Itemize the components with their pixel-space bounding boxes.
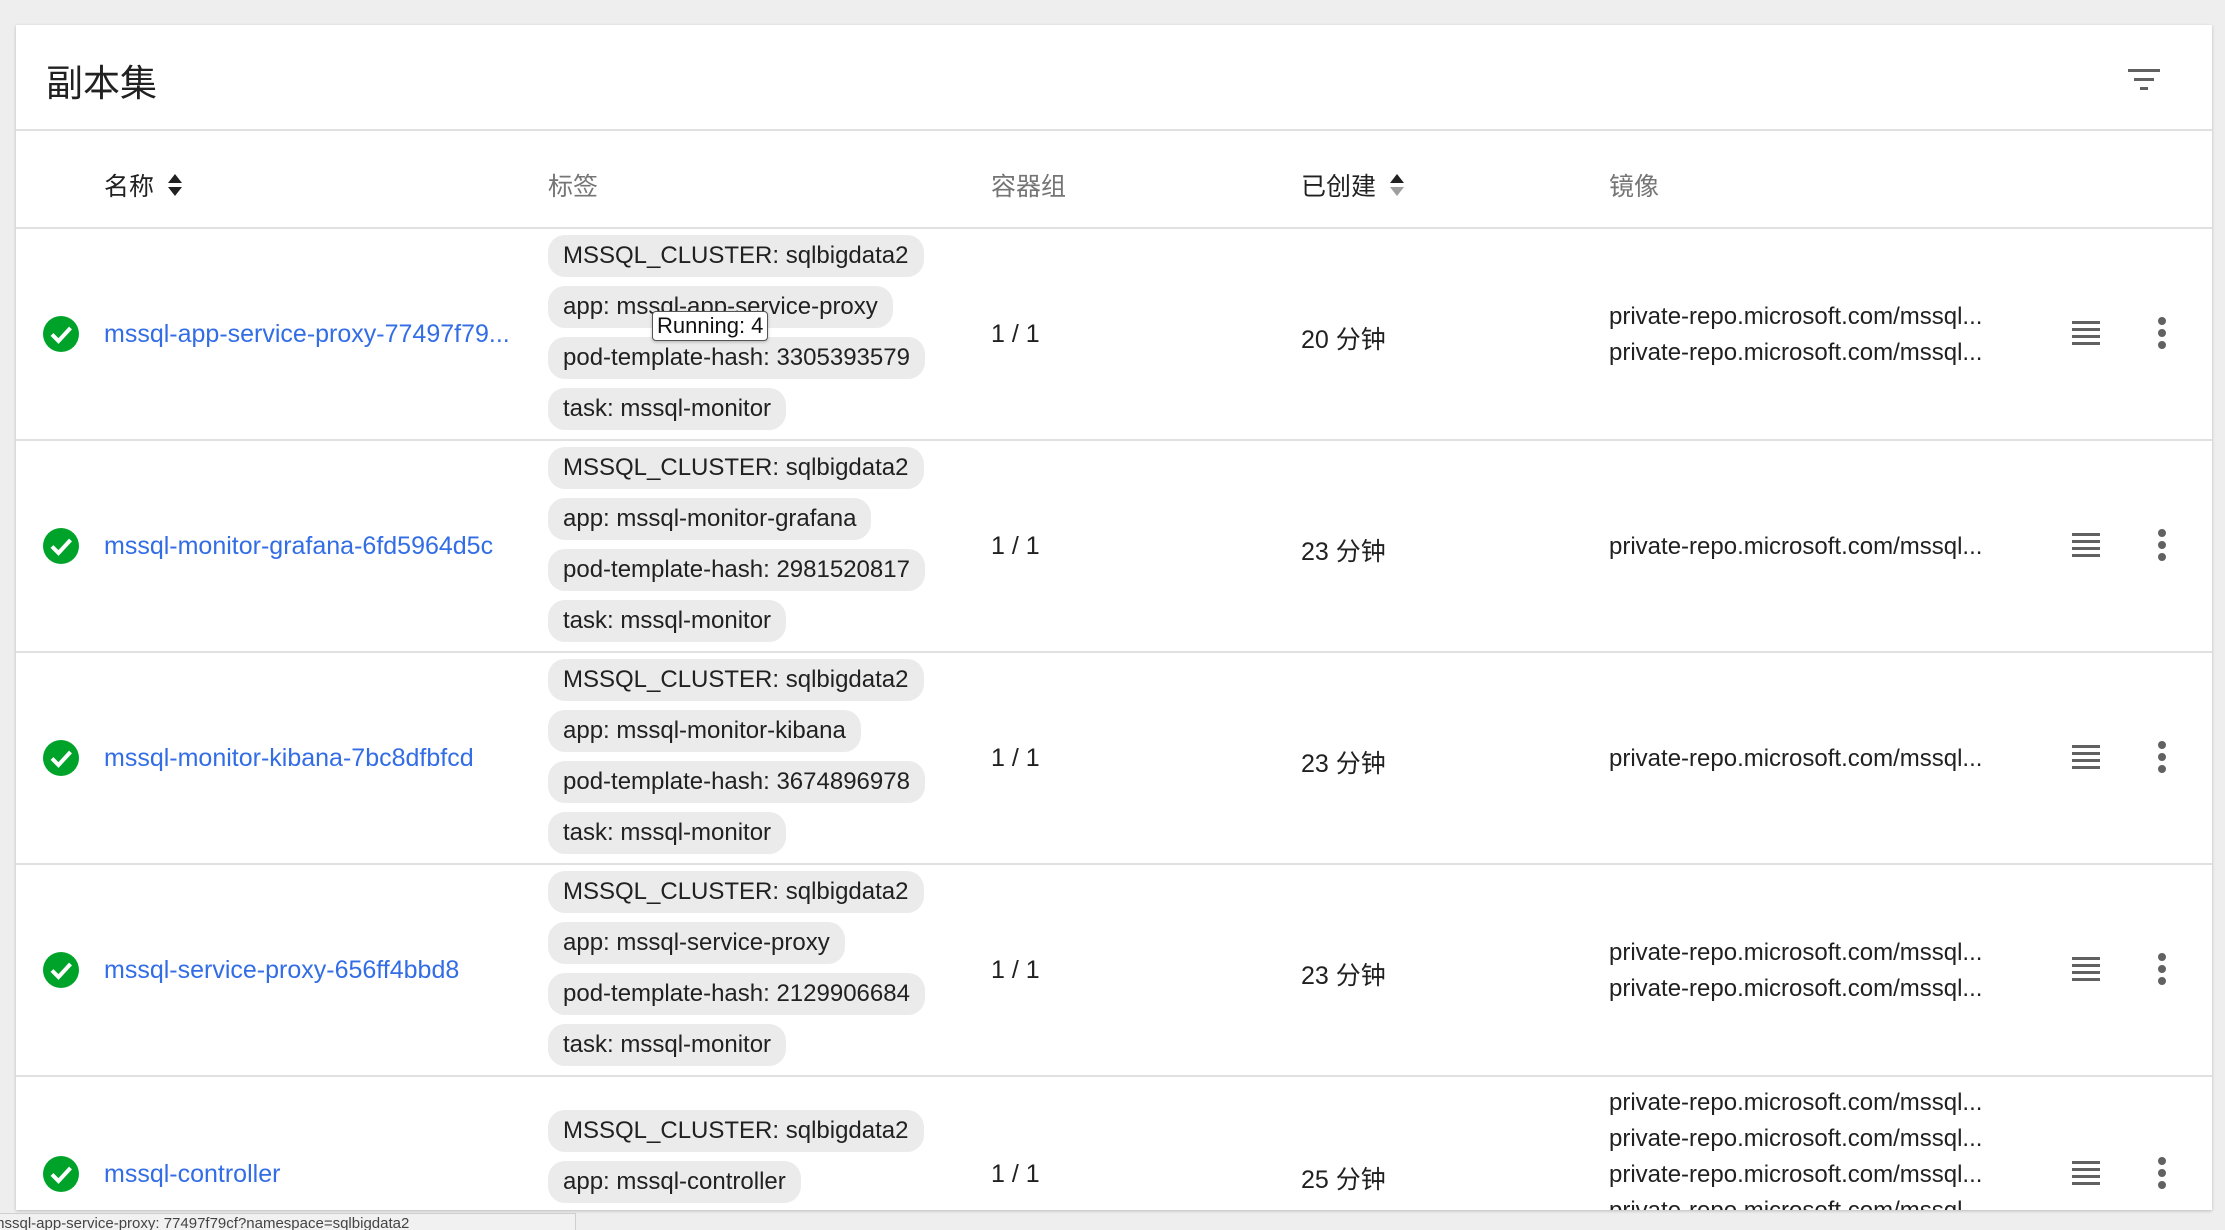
table-header: 名称 标签 容器组 已创建 镜像 [16, 131, 2212, 229]
images-list: private-repo.microsoft.com/mssql... priv… [1609, 935, 2029, 1007]
replica-set-link[interactable]: mssql-app-service-proxy-77497f79... [104, 320, 534, 349]
label-chip: MSSQL_CLUSTER: sqlbigdata2 [548, 659, 924, 701]
sort-icon[interactable] [166, 171, 184, 199]
more-vert-icon[interactable] [2156, 740, 2168, 774]
check-circle-icon [43, 528, 79, 564]
image-name: private-repo.microsoft.com/mssql... [1609, 1193, 2029, 1210]
more-vert-icon[interactable] [2156, 528, 2168, 562]
logs-icon[interactable] [2070, 530, 2102, 560]
created-age: 23 分钟 [1301, 538, 1386, 566]
replica-sets-card: 副本集 名称 标签 容器组 已创建 镜像 mssql-app-service-p… [16, 25, 2212, 1210]
table-row: mssql-app-service-proxy-77497f79... MSSQ… [16, 229, 2212, 441]
logs-icon[interactable] [2070, 742, 2102, 772]
images-list: private-repo.microsoft.com/mssql... [1609, 529, 2029, 565]
labels-list: MSSQL_CLUSTER: sqlbigdata2 app: mssql-se… [548, 871, 925, 1066]
more-vert-icon[interactable] [2156, 1156, 2168, 1190]
pods-count: 1 / 1 [991, 1160, 1040, 1188]
card-title: 副本集 [46, 63, 157, 104]
browser-status-bar: mssql-app-service-proxy: 77497f79cf?name… [0, 1213, 576, 1230]
check-circle-icon [43, 316, 79, 352]
images-list: private-repo.microsoft.com/mssql... priv… [1609, 299, 2029, 371]
label-chip: app: mssql-controller [548, 1161, 801, 1203]
pods-count: 1 / 1 [991, 320, 1040, 348]
pods-count: 1 / 1 [991, 956, 1040, 984]
logs-icon[interactable] [2070, 954, 2102, 984]
table-row: mssql-service-proxy-656ff4bbd8 MSSQL_CLU… [16, 865, 2212, 1077]
table-row: mssql-controller MSSQL_CLUSTER: sqlbigda… [16, 1077, 2212, 1210]
image-name: private-repo.microsoft.com/mssql... [1609, 1089, 1983, 1116]
image-name: private-repo.microsoft.com/mssql... [1609, 1125, 1983, 1152]
column-header-images: 镜像 [1609, 167, 1659, 203]
label-chip: pod-template-hash: 2981520817 [548, 549, 925, 591]
image-name: private-repo.microsoft.com/mssql... [1609, 533, 1983, 560]
created-age: 25 分钟 [1301, 1166, 1386, 1194]
label-chip: pod-template-hash: 2129906684 [548, 973, 925, 1015]
column-label-labels: 标签 [548, 173, 599, 201]
label-chip: MSSQL_CLUSTER: sqlbigdata2 [548, 447, 924, 489]
pods-tooltip: Running: 4 [652, 311, 769, 341]
column-label-images: 镜像 [1609, 173, 1660, 201]
image-name: private-repo.microsoft.com/mssql... [1609, 745, 1983, 772]
pods-count: 1 / 1 [991, 532, 1040, 560]
column-header-name[interactable]: 名称 [104, 167, 184, 203]
table-row: mssql-monitor-grafana-6fd5964d5c MSSQL_C… [16, 441, 2212, 653]
labels-list: MSSQL_CLUSTER: sqlbigdata2 app: mssql-mo… [548, 447, 925, 642]
replica-set-link[interactable]: mssql-monitor-grafana-6fd5964d5c [104, 532, 534, 561]
label-chip: MSSQL_CLUSTER: sqlbigdata2 [548, 1110, 924, 1152]
logs-icon[interactable] [2070, 318, 2102, 348]
column-label-created: 已创建 [1301, 173, 1377, 201]
created-age: 23 分钟 [1301, 750, 1386, 778]
image-name: private-repo.microsoft.com/mssql... [1609, 1161, 1983, 1188]
column-header-created[interactable]: 已创建 [1301, 167, 1406, 203]
label-chip: task: mssql-monitor [548, 388, 787, 430]
image-name: private-repo.microsoft.com/mssql... [1609, 975, 1983, 1002]
table-row: mssql-monitor-kibana-7bc8dfbfcd MSSQL_CL… [16, 653, 2212, 865]
created-age: 20 分钟 [1301, 326, 1386, 354]
replica-set-link[interactable]: mssql-service-proxy-656ff4bbd8 [104, 956, 534, 985]
label-chip: app: mssql-monitor-grafana [548, 498, 872, 540]
check-circle-icon [43, 1156, 79, 1192]
column-label-name: 名称 [104, 173, 155, 201]
column-header-labels: 标签 [548, 167, 598, 203]
label-chip: pod-template-hash: 3674896978 [548, 761, 925, 803]
image-name: private-repo.microsoft.com/mssql... [1609, 939, 1983, 966]
created-age: 23 分钟 [1301, 962, 1386, 990]
check-circle-icon [43, 740, 79, 776]
column-label-pods: 容器组 [991, 173, 1067, 201]
label-chip: task: mssql-monitor [548, 812, 787, 854]
labels-list: MSSQL_CLUSTER: sqlbigdata2 app: mssql-mo… [548, 659, 925, 854]
labels-list: MSSQL_CLUSTER: sqlbigdata2 app: mssql-co… [548, 1110, 924, 1203]
sort-icon[interactable] [1388, 171, 1406, 199]
replica-set-link[interactable]: mssql-controller [104, 1160, 534, 1189]
logs-icon[interactable] [2070, 1158, 2102, 1188]
pods-count: 1 / 1 [991, 744, 1040, 772]
label-chip: app: mssql-monitor-kibana [548, 710, 861, 752]
image-name: private-repo.microsoft.com/mssql... [1609, 303, 1983, 330]
label-chip: task: mssql-monitor [548, 1024, 787, 1066]
replica-set-link[interactable]: mssql-monitor-kibana-7bc8dfbfcd [104, 744, 534, 773]
images-list: private-repo.microsoft.com/mssql... [1609, 741, 2029, 777]
filter-icon[interactable] [2124, 65, 2164, 95]
label-chip: MSSQL_CLUSTER: sqlbigdata2 [548, 235, 924, 277]
image-name: private-repo.microsoft.com/mssql... [1609, 339, 1983, 366]
label-chip: task: mssql-monitor [548, 600, 787, 642]
label-chip: pod-template-hash: 3305393579 [548, 337, 925, 379]
card-header: 副本集 [16, 25, 2212, 131]
more-vert-icon[interactable] [2156, 316, 2168, 350]
check-circle-icon [43, 952, 79, 988]
label-chip: MSSQL_CLUSTER: sqlbigdata2 [548, 871, 924, 913]
more-vert-icon[interactable] [2156, 952, 2168, 986]
column-header-pods: 容器组 [991, 167, 1066, 203]
label-chip: app: mssql-service-proxy [548, 922, 845, 964]
images-list: private-repo.microsoft.com/mssql... priv… [1609, 1085, 2029, 1210]
